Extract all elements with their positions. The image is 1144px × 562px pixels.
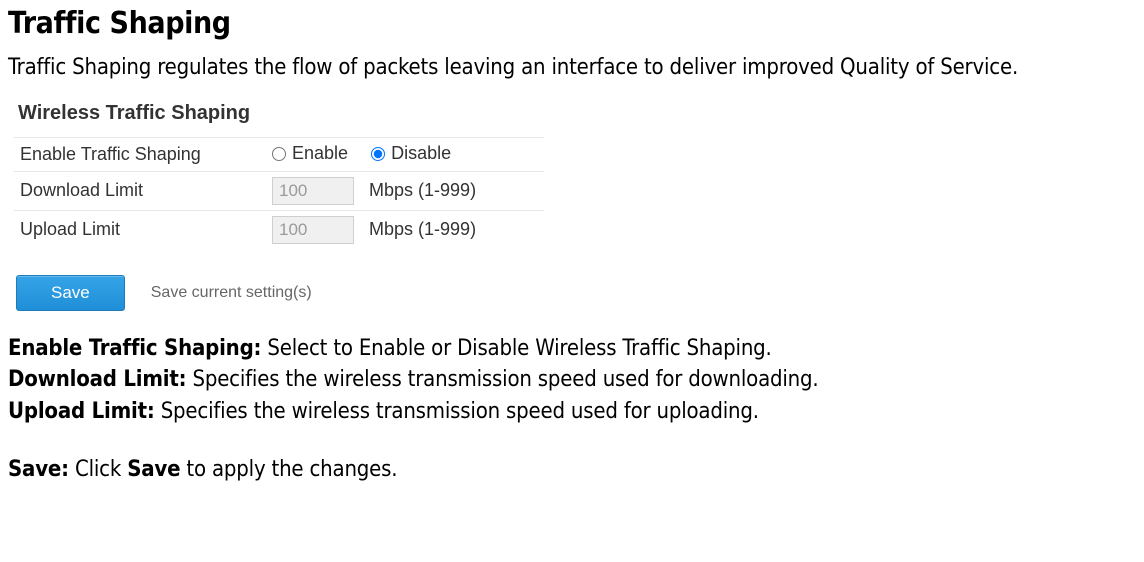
page-intro: Traffic Shaping regulates the flow of pa…	[8, 55, 1136, 80]
row-download: Download Limit Mbps (1-999)	[14, 171, 544, 210]
def-download: Download Limit: Specifies the wireless t…	[8, 364, 1136, 396]
def-save-term: Save:	[8, 457, 69, 482]
def-download-text: Specifies the wireless transmission spee…	[186, 367, 818, 392]
settings-table: Enable Traffic Shaping Enable Disable Do…	[14, 137, 544, 249]
save-button[interactable]: Save	[16, 275, 125, 311]
def-upload: Upload Limit: Specifies the wireless tra…	[8, 396, 1136, 428]
def-enable-term: Enable Traffic Shaping:	[8, 336, 261, 361]
row-enable: Enable Traffic Shaping Enable Disable	[14, 138, 544, 172]
def-upload-text: Specifies the wireless transmission spee…	[155, 399, 759, 424]
disable-radio[interactable]	[371, 147, 385, 161]
download-label: Download Limit	[14, 171, 266, 210]
save-row: Save Save current setting(s)	[14, 275, 544, 311]
def-download-term: Download Limit:	[8, 367, 186, 392]
row-upload: Upload Limit Mbps (1-999)	[14, 210, 544, 249]
enable-radio[interactable]	[272, 147, 286, 161]
save-caption: Save current setting(s)	[151, 284, 312, 302]
def-save: Save: Click Save to apply the changes.	[8, 454, 1136, 486]
upload-label: Upload Limit	[14, 210, 266, 249]
upload-input[interactable]	[272, 216, 354, 244]
upload-unit: Mbps (1-999)	[369, 219, 476, 239]
settings-panel: Wireless Traffic Shaping Enable Traffic …	[14, 98, 544, 311]
download-input[interactable]	[272, 177, 354, 205]
definitions: Enable Traffic Shaping: Select to Enable…	[8, 333, 1136, 487]
enable-label: Enable Traffic Shaping	[14, 138, 266, 172]
def-save-text-a: Click	[69, 457, 127, 482]
disable-radio-label: Disable	[391, 143, 451, 164]
panel-heading: Wireless Traffic Shaping	[14, 98, 544, 137]
def-enable: Enable Traffic Shaping: Select to Enable…	[8, 333, 1136, 365]
def-save-text-b: Save	[127, 457, 180, 482]
page-title: Traffic Shaping	[8, 6, 1136, 41]
disable-radio-wrap[interactable]: Disable	[371, 143, 451, 164]
download-unit: Mbps (1-999)	[369, 180, 476, 200]
def-save-text-c: to apply the changes.	[180, 457, 397, 482]
def-upload-term: Upload Limit:	[8, 399, 155, 424]
enable-radio-label: Enable	[292, 143, 348, 164]
enable-radio-wrap[interactable]: Enable	[272, 143, 348, 164]
def-enable-text: Select to Enable or Disable Wireless Tra…	[261, 336, 771, 361]
